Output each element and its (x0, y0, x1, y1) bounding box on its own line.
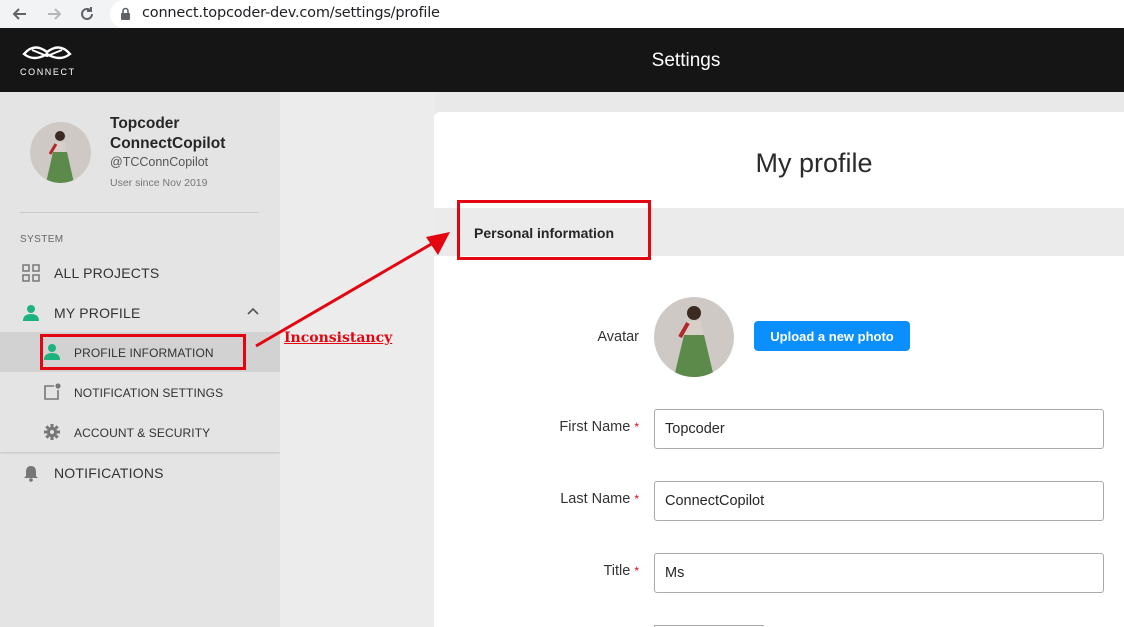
sidebar-item-my-profile[interactable]: MY PROFILE (0, 293, 280, 333)
title-label-text: Title (603, 563, 631, 579)
app-header: CONNECT Settings (0, 28, 1124, 92)
sidebar-item-all-projects[interactable]: ALL PROJECTS (0, 253, 280, 293)
sidebar-divider (20, 212, 259, 213)
first-name-label-text: First Name (559, 419, 631, 435)
sidebar-item-label: ALL PROJECTS (54, 265, 160, 281)
sidebar-item-label: NOTIFICATIONS (54, 465, 164, 481)
gear-icon (44, 424, 60, 440)
content-gutter (280, 92, 435, 627)
notification-square-icon (44, 383, 61, 400)
lock-icon (121, 7, 130, 20)
browser-toolbar: connect.topcoder-dev.com/settings/profil… (0, 0, 1124, 28)
user-handle: @TCConnCopilot (110, 155, 209, 169)
last-name-label-text: Last Name (560, 491, 631, 507)
reload-button[interactable] (75, 2, 99, 26)
submenu-item-notification-settings[interactable]: NOTIFICATION SETTINGS (0, 372, 280, 412)
last-name-input[interactable] (654, 481, 1104, 521)
submenu-item-label: ACCOUNT & SECURITY (74, 426, 211, 440)
last-name-label: Last Name * (434, 491, 639, 507)
required-mark: * (634, 420, 639, 434)
avatar-photo (30, 122, 91, 183)
submenu-item-label: NOTIFICATION SETTINGS (74, 386, 224, 400)
person-icon (23, 305, 39, 321)
profile-card: My profile Personal information Avatar U… (434, 112, 1124, 627)
user-name: Topcoder ConnectCopilot (110, 115, 226, 152)
upload-photo-button[interactable]: Upload a new photo (754, 321, 910, 351)
page-title: Settings (651, 50, 721, 71)
annotation-box-profile-information (40, 334, 246, 370)
title-input[interactable] (654, 553, 1104, 593)
card-title: My profile (755, 148, 873, 178)
first-name-label: First Name * (434, 419, 639, 435)
url-text: connect.topcoder-dev.com/settings/profil… (142, 5, 440, 21)
avatar-photo (654, 297, 734, 377)
annotation-box-personal-information (457, 200, 651, 260)
reload-icon (81, 7, 93, 20)
sidebar-item-notifications[interactable]: NOTIFICATIONS (0, 453, 280, 493)
profile-avatar (654, 297, 734, 377)
forward-button[interactable] (42, 2, 66, 26)
address-bar[interactable]: connect.topcoder-dev.com/settings/profil… (110, 0, 1124, 28)
user-since: User since Nov 2019 (110, 177, 208, 189)
submenu-item-account-security[interactable]: ACCOUNT & SECURITY (0, 412, 280, 452)
title-label: Title * (434, 563, 639, 579)
forward-arrow-icon (48, 8, 62, 20)
grid-icon (22, 264, 40, 282)
section-label-system: SYSTEM (20, 234, 64, 245)
avatar-label: Avatar (597, 329, 639, 345)
user-avatar (30, 122, 91, 183)
required-mark: * (634, 492, 639, 506)
back-button[interactable] (8, 2, 32, 26)
annotation-label: Inconsistancy (284, 330, 393, 346)
bell-icon (24, 466, 38, 482)
sidebar-item-label: MY PROFILE (54, 305, 141, 321)
first-name-input[interactable] (654, 409, 1104, 449)
required-mark: * (634, 564, 639, 578)
back-arrow-icon (12, 8, 26, 20)
